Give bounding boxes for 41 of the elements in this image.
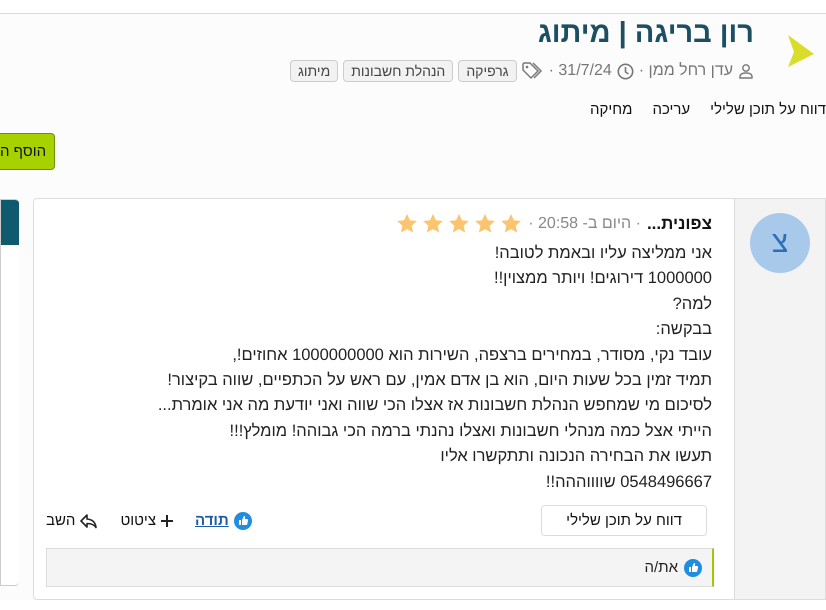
action-link[interactable]: מחיקה bbox=[590, 101, 632, 118]
thumbs-up-icon bbox=[234, 512, 252, 530]
post-text-line: לסיכום מי שמחפש הנהלת חשבונות אז אצלו הכי שווה ואני יודעת מה אני אומרת... bbox=[156, 395, 712, 416]
thumbs-up-icon bbox=[684, 558, 702, 577]
quote-button[interactable]: ציטוט bbox=[120, 512, 173, 530]
action-link[interactable]: דווח על תוכן שלילי bbox=[710, 101, 826, 118]
tag[interactable]: הנהלת חשבונות bbox=[343, 60, 454, 82]
post-text-line: עובד נקי, מסודר, במחירים ברצפה, השירות הוא 1000000000 אחוזים!, bbox=[231, 344, 712, 366]
star-icon bbox=[448, 213, 470, 234]
report-button[interactable]: דווח על תוכן שלילי bbox=[541, 505, 707, 536]
plus-icon bbox=[161, 514, 173, 527]
post-text-line: תמיד זמין בכל שעות היום, הוא בן אדם אמין, עם ראש על הכתפיים, שווה בקיצור! bbox=[166, 370, 712, 392]
likes-text: את/ה bbox=[644, 559, 678, 576]
post-text-line: 0548496667 שווווההה!! bbox=[544, 472, 712, 493]
clock-icon bbox=[616, 62, 634, 80]
user-icon bbox=[738, 63, 754, 79]
tag[interactable]: מיתוג bbox=[290, 60, 338, 82]
tag[interactable]: גרפיקה bbox=[458, 60, 517, 82]
post-time: · היום ב- 20:58 · bbox=[528, 214, 641, 232]
post-author[interactable]: צפונית... bbox=[646, 214, 712, 234]
star-icon bbox=[422, 213, 444, 234]
star-icon bbox=[474, 213, 496, 234]
tags-icon bbox=[522, 62, 544, 80]
thread-title: רון בריגה | מיתוג bbox=[538, 16, 754, 50]
post-text-line: הייתי אצל כמה מנהלי חשבונות ואצלו נהנתי ברמה הכי גבוהה! מומלץ!!! bbox=[228, 420, 712, 442]
action-link[interactable]: עריכה bbox=[652, 101, 690, 118]
star-icon bbox=[396, 213, 418, 234]
star-icon bbox=[500, 213, 522, 234]
post-text-line: תעשו את הבחירה הנכונה ותתקשרו אליו bbox=[439, 446, 712, 468]
reply-button[interactable]: השב bbox=[46, 512, 98, 530]
side-panel-header bbox=[1, 200, 19, 245]
reply-icon bbox=[80, 512, 98, 529]
post-text-line: 1000000 דירוגים! ויותר ממצוין!! bbox=[492, 268, 712, 290]
like-button[interactable]: תודה bbox=[195, 512, 252, 530]
add-button[interactable]: הוסף ה bbox=[0, 133, 56, 170]
post-text-line: אני ממליצה עליו ובאמת לטובה! bbox=[494, 243, 712, 264]
author-name[interactable]: עדן רחל ממן · bbox=[638, 62, 733, 80]
post-text-line: למה? bbox=[672, 294, 712, 315]
triangle-icon bbox=[787, 34, 815, 68]
post-text-line: בבקשה: bbox=[654, 319, 712, 340]
post-date: 31/7/24 · bbox=[548, 62, 612, 80]
